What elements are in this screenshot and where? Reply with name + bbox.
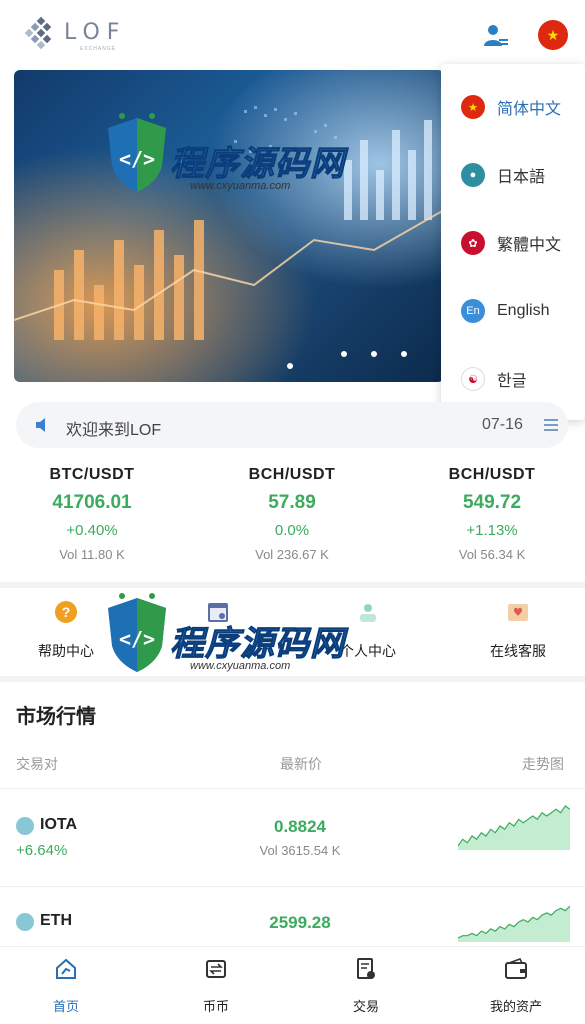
sparkline-area: [458, 806, 570, 850]
coin-price: 2599.28: [269, 913, 331, 932]
ticker-change: 0.0%: [274, 522, 310, 539]
sparkline-area: [458, 906, 570, 942]
ticker-card[interactable]: BTC/USDT 41706.01 +0.40% Vol 11.80 K: [2, 466, 182, 562]
sparkline-chart: [458, 905, 570, 942]
row-divider: [0, 788, 585, 789]
section-divider: [0, 582, 585, 588]
section-divider: [0, 676, 585, 682]
quick-link-help[interactable]: ? 帮助中心: [0, 600, 139, 661]
coin-icon: [16, 817, 34, 835]
ticker-price: 57.89: [268, 492, 316, 513]
logo[interactable]: LOF EXCHANGE: [24, 14, 134, 52]
ticker-price: 41706.01: [52, 492, 132, 513]
nav-label: 交易: [352, 999, 379, 1014]
coin-name: IOTA: [40, 816, 78, 833]
ticker-pair: BCH/USDT: [248, 466, 336, 483]
quick-link-support[interactable]: 在线客服: [445, 600, 585, 661]
quick-link-label: 个人中心: [340, 643, 396, 659]
column-header-pair: 交易对: [16, 756, 58, 772]
svg-text:?: ?: [62, 604, 71, 620]
watermark-url: www.cxyuanma.com: [190, 660, 291, 672]
list-icon[interactable]: [544, 419, 558, 431]
banner-graphic: [14, 70, 444, 382]
nav-exchange[interactable]: 币币: [143, 957, 289, 1015]
ticker-volume: Vol 56.34 K: [458, 547, 526, 562]
language-label: 日本語: [497, 169, 546, 186]
language-label: 繁體中文: [497, 237, 562, 254]
notice-date: 07-16: [482, 416, 523, 433]
home-icon: [56, 958, 76, 979]
ticker-change: +1.13%: [466, 522, 518, 539]
coin-price: 0.8824: [274, 817, 326, 836]
nav-label: 我的资产: [489, 999, 542, 1014]
bottom-nav: 首页 币币 交易 我的资产: [0, 946, 585, 1024]
mail-icon: [508, 604, 528, 621]
coin-name: ETH: [40, 912, 72, 929]
app-header: LOF EXCHANGE ★: [0, 0, 585, 68]
user-icon[interactable]: [482, 22, 510, 50]
logo-text: LOF: [64, 20, 127, 45]
notice-bar[interactable]: 欢迎来到LOF 07-16: [16, 402, 568, 448]
ticker-pair: BTC/USDT: [49, 466, 135, 483]
coin-change: +6.64%: [16, 842, 68, 859]
language-option-zh-tw[interactable]: ✿ 繁體中文: [441, 218, 585, 268]
flag-english-icon: En: [461, 299, 485, 323]
notice-text: 欢迎来到LOF: [66, 422, 162, 439]
flag-korea-icon: ☯: [461, 367, 485, 391]
quick-link-calendar[interactable]: [145, 600, 291, 641]
language-option-ko[interactable]: ☯ 한글: [441, 354, 585, 404]
language-label: English: [497, 302, 550, 319]
coin-volume: Vol 3615.54 K: [259, 843, 341, 858]
language-option-zh-cn[interactable]: ★ 简体中文: [441, 82, 585, 132]
quick-link-label: 在线客服: [490, 643, 546, 659]
banner-image[interactable]: [14, 70, 444, 382]
sparkline-chart: [458, 805, 570, 850]
help-icon: ?: [55, 601, 77, 623]
column-header-price: 最新价: [280, 756, 322, 772]
language-option-en[interactable]: En English: [441, 286, 585, 336]
speaker-icon: [36, 418, 45, 432]
nav-label: 币币: [202, 999, 229, 1014]
nav-label: 首页: [52, 999, 79, 1014]
flag-china-icon: ★: [461, 95, 485, 119]
coin-icon: [16, 913, 34, 931]
flag-hongkong-icon: ✿: [461, 231, 485, 255]
language-option-ja[interactable]: ● 日本語: [441, 150, 585, 200]
calendar-icon: [208, 603, 228, 622]
user-center-icon: [360, 604, 376, 622]
nav-assets[interactable]: 我的资产: [443, 957, 585, 1015]
market-title: 市场行情: [16, 706, 96, 728]
exchange-icon: [206, 960, 226, 978]
ticker-price: 549.72: [462, 492, 522, 513]
ticker-pair: BCH/USDT: [448, 466, 536, 483]
flag-china-icon[interactable]: ★: [538, 20, 568, 50]
ticker-volume: Vol 11.80 K: [59, 547, 125, 562]
trade-icon: [357, 958, 375, 979]
column-header-trend: 走势图: [522, 756, 564, 772]
nav-home[interactable]: 首页: [0, 957, 139, 1015]
ticker-card[interactable]: BCH/USDT 57.89 0.0% Vol 236.67 K: [202, 466, 382, 562]
ticker-card[interactable]: BCH/USDT 549.72 +1.13% Vol 56.34 K: [402, 466, 582, 562]
ticker-volume: Vol 236.67 K: [255, 547, 329, 562]
nav-trade[interactable]: 交易: [293, 957, 439, 1015]
language-label: 한글: [497, 373, 527, 390]
quick-link-label: 帮助中心: [38, 643, 94, 659]
ticker-change: +0.40%: [66, 522, 118, 539]
language-label: 简体中文: [497, 101, 562, 118]
logo-subtext: EXCHANGE: [80, 46, 117, 52]
language-menu: ★ 简体中文 ● 日本語 ✿ 繁體中文 En English ☯ 한글: [441, 64, 585, 420]
flag-japan-icon: ●: [461, 163, 485, 187]
quick-link-user-center[interactable]: 个人中心: [295, 600, 441, 661]
wallet-icon: [505, 958, 527, 979]
row-divider: [0, 886, 585, 887]
logo-icon: [24, 16, 52, 50]
